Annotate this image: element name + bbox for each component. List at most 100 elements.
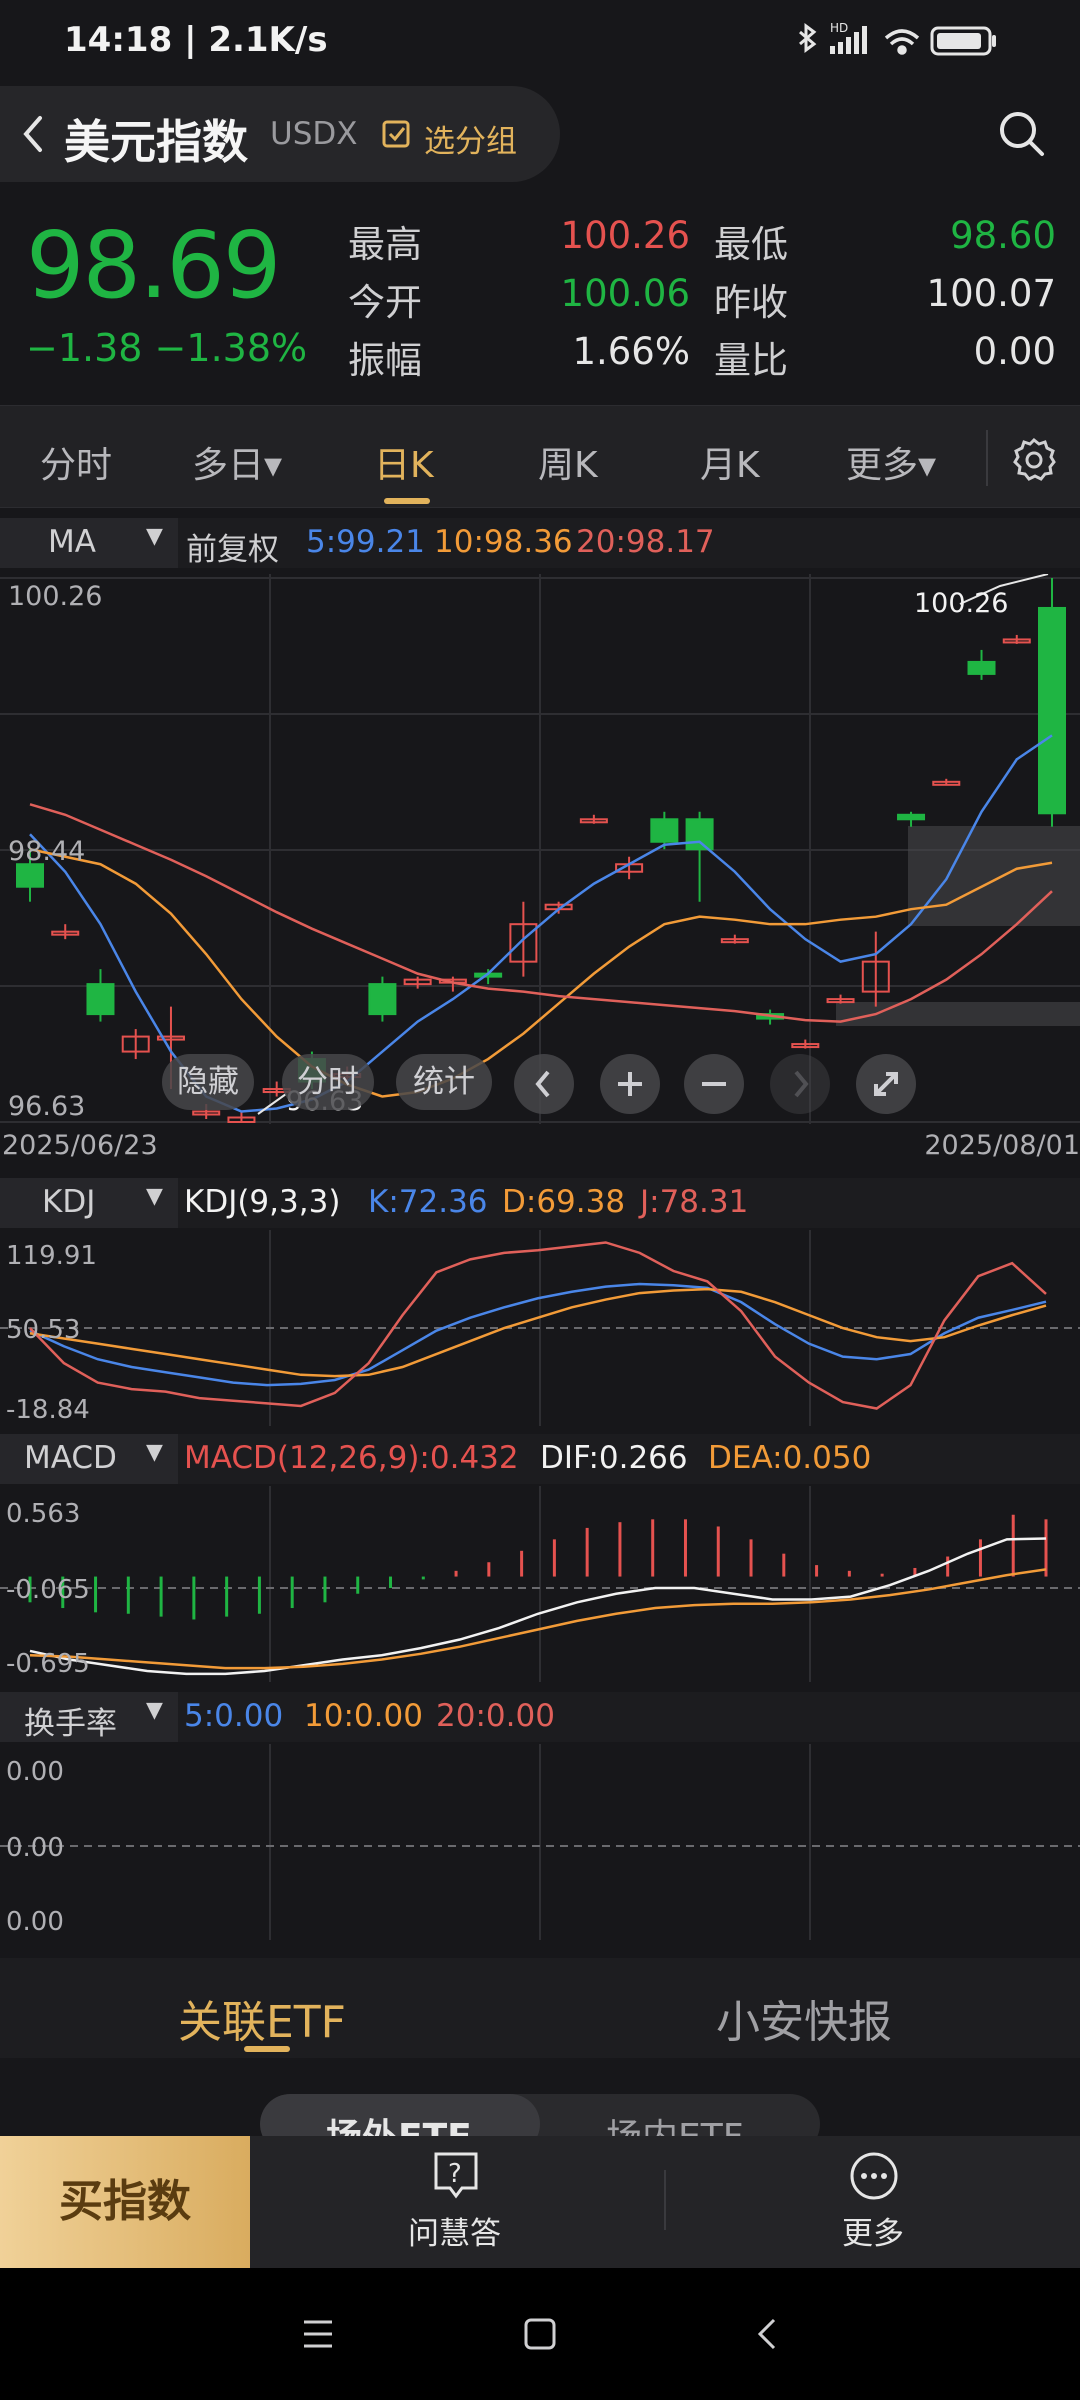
turnover-chart[interactable]: 0.00 0.00 0.00 bbox=[0, 1744, 1080, 1940]
macd-y-top: 0.563 bbox=[6, 1499, 80, 1529]
max-price-marker: 100.26 bbox=[914, 588, 1008, 619]
tab-weekly-k[interactable]: 周K bbox=[538, 436, 598, 488]
macd-chart[interactable]: 0.563 -0.065 -0.695 bbox=[0, 1486, 1080, 1682]
min-marker-line bbox=[257, 1093, 287, 1115]
candle-body bbox=[897, 813, 926, 821]
fullscreen-button[interactable] bbox=[856, 1054, 916, 1114]
svg-text:?: ? bbox=[448, 2159, 462, 2189]
ask-button[interactable]: 问慧答 bbox=[408, 2208, 501, 2253]
ma-indicator-bar: MA ▼ 前复权 5:99.21 10:98.36 20:98.17 bbox=[0, 518, 1080, 568]
date-start-label: 2025/06/23 bbox=[2, 1130, 158, 1161]
turnover-5-value: 5:0.00 bbox=[184, 1698, 284, 1734]
system-nav-bar bbox=[0, 2268, 1080, 2400]
chevron-left-icon bbox=[535, 1070, 550, 1098]
candle-body bbox=[86, 983, 115, 1016]
ma-selector-label: MA bbox=[48, 524, 96, 560]
kdj-selector-label: KDJ bbox=[42, 1184, 96, 1220]
battery-icon bbox=[930, 26, 996, 56]
open-value: 100.06 bbox=[560, 272, 690, 315]
tab-related-etf[interactable]: 关联ETF bbox=[178, 1986, 346, 2050]
action-divider bbox=[664, 2170, 666, 2230]
low-value: 98.60 bbox=[950, 214, 1056, 257]
change-value: −1.38 bbox=[26, 326, 143, 370]
candle-body bbox=[1038, 606, 1066, 815]
select-group-button[interactable]: 选分组 bbox=[424, 116, 517, 161]
expand-icon bbox=[874, 1072, 898, 1096]
zoom-in-button[interactable] bbox=[600, 1054, 660, 1114]
kdj-chart[interactable]: 119.91 50.53 -18.84 bbox=[0, 1230, 1080, 1426]
kline-chart[interactable]: 100.26 98.44 96.63 100.26 96.63 bbox=[0, 574, 1080, 1124]
prev-close-value: 100.07 bbox=[926, 272, 1056, 315]
more-button[interactable]: 更多 bbox=[842, 2208, 904, 2253]
kline-y-top: 100.26 bbox=[8, 581, 102, 612]
kdj-line-J bbox=[29, 1241, 1047, 1410]
candle-body bbox=[650, 818, 679, 843]
question-chat-icon[interactable]: ? bbox=[432, 2150, 480, 2202]
home-icon[interactable] bbox=[522, 2316, 558, 2352]
turnover-dropdown-icon: ▼ bbox=[146, 1698, 163, 1723]
turnover-y-bottom: 0.00 bbox=[6, 1907, 64, 1937]
zoom-out-button[interactable] bbox=[684, 1054, 744, 1114]
high-label: 最高 bbox=[348, 223, 422, 266]
back-icon[interactable] bbox=[750, 2316, 786, 2352]
back-arrow-icon[interactable] bbox=[14, 112, 54, 156]
scroll-left-button[interactable] bbox=[514, 1054, 574, 1114]
search-icon[interactable] bbox=[996, 108, 1048, 160]
turnover-10-value: 10:0.00 bbox=[304, 1698, 423, 1734]
related-tabs: 关联ETF 小安快报 bbox=[0, 1958, 1080, 2058]
adjust-mode[interactable]: 前复权 bbox=[186, 524, 279, 569]
kdj-j-value: J:78.31 bbox=[640, 1184, 749, 1220]
menu-icon[interactable] bbox=[300, 2316, 336, 2352]
macd-lines bbox=[29, 1537, 1047, 1676]
kdj-line-K bbox=[29, 1282, 1047, 1387]
macd-dropdown-icon: ▼ bbox=[146, 1440, 163, 1465]
header-bar: 美元指数 USDX 选分组 bbox=[0, 86, 560, 182]
tab-divider bbox=[986, 430, 988, 486]
ma20-value: 20:98.17 bbox=[576, 524, 715, 560]
kdj-k-value: K:72.36 bbox=[368, 1184, 488, 1220]
macd-indicator-bar: MACD ▼ MACD(12,26,9):0.432 DIF:0.266 DEA… bbox=[0, 1434, 1080, 1484]
amplitude-label: 振幅 bbox=[348, 339, 422, 382]
tab-multiday[interactable]: 多日▾ bbox=[192, 436, 282, 488]
kdj-d-value: D:69.38 bbox=[502, 1184, 626, 1220]
stats-button[interactable]: 统计 bbox=[396, 1054, 492, 1110]
kdj-dropdown-icon: ▼ bbox=[146, 1184, 163, 1209]
tab-intraday[interactable]: 分时 bbox=[40, 436, 112, 488]
turnover-indicator-bar: 换手率 ▼ 5:0.00 10:0.00 20:0.00 bbox=[0, 1692, 1080, 1742]
gear-icon[interactable] bbox=[1010, 436, 1058, 484]
kline-y-mid: 98.44 bbox=[8, 836, 85, 867]
chevron-right-icon bbox=[794, 1070, 809, 1098]
hd-badge: HD bbox=[830, 21, 848, 35]
macd-line-DIF bbox=[29, 1537, 1047, 1676]
kdj-params: KDJ(9,3,3) bbox=[184, 1184, 341, 1220]
checkbox-icon[interactable] bbox=[382, 120, 412, 150]
macd-y-bottom: -0.695 bbox=[6, 1649, 90, 1679]
tab-more[interactable]: 更多▾ bbox=[846, 436, 936, 488]
page-title: 美元指数 bbox=[64, 115, 248, 169]
turnover-selector-label: 换手率 bbox=[24, 1706, 117, 1742]
turnover-y-mid: 0.00 bbox=[6, 1833, 64, 1863]
period-tabs: 分时 多日▾ 日K 周K 月K 更多▾ bbox=[0, 405, 1080, 508]
bluetooth-icon bbox=[799, 23, 817, 53]
price-highlight-box bbox=[908, 826, 1080, 926]
wifi-icon bbox=[884, 29, 920, 55]
macd-selector-label: MACD bbox=[24, 1440, 117, 1476]
tab-daily-k[interactable]: 日K bbox=[374, 436, 434, 488]
active-tab-indicator bbox=[384, 498, 430, 504]
kdj-lines bbox=[29, 1241, 1047, 1410]
kline-y-bottom: 96.63 bbox=[8, 1091, 85, 1122]
tab-xiaoan-news[interactable]: 小安快报 bbox=[716, 1986, 892, 2050]
related-tab-indicator bbox=[244, 2046, 290, 2052]
plus-icon bbox=[618, 1072, 642, 1096]
candle-body bbox=[368, 983, 397, 1016]
index-code: USDX bbox=[270, 116, 358, 152]
tab-monthly-k[interactable]: 月K bbox=[700, 436, 760, 488]
buy-index-button[interactable]: 买指数 bbox=[0, 2136, 250, 2268]
kdj-y-bottom: -18.84 bbox=[6, 1395, 90, 1425]
intraday-button[interactable]: 分时 bbox=[282, 1054, 374, 1110]
hide-button[interactable]: 隐藏 bbox=[162, 1054, 254, 1110]
kdj-y-top: 119.91 bbox=[6, 1241, 97, 1271]
more-dots-icon[interactable] bbox=[848, 2150, 900, 2202]
kdj-indicator-bar: KDJ ▼ KDJ(9,3,3) K:72.36 D:69.38 J:78.31 bbox=[0, 1178, 1080, 1228]
scroll-right-button[interactable] bbox=[770, 1054, 830, 1114]
